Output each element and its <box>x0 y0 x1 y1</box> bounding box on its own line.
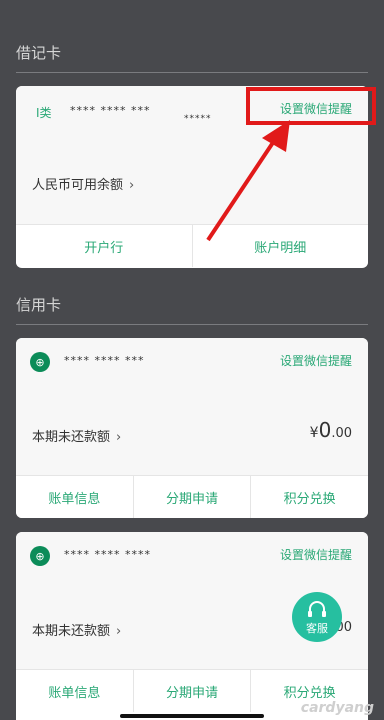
bill-info-button[interactable]: 账单信息 <box>16 476 134 518</box>
card-type-label: Ⅰ类 <box>36 106 52 120</box>
credit-card: ⊕ **** **** *** 设置微信提醒 本期未还款额 › ¥0.00 账单信… <box>16 338 368 518</box>
masked-card-number: **** **** *** <box>70 104 151 117</box>
due-amount-label: 本期未还款额 <box>32 624 111 639</box>
chevron-right-icon: › <box>129 178 135 193</box>
wechat-reminder-link[interactable]: 设置微信提醒 <box>280 352 352 369</box>
watermark: cardyang <box>300 700 374 716</box>
wechat-reminder-link[interactable]: 设置微信提醒 <box>280 546 352 563</box>
due-amount-row[interactable]: 本期未还款额 › <box>32 426 121 445</box>
due-amount-label: 本期未还款额 <box>32 430 111 445</box>
home-indicator <box>120 714 264 718</box>
points-redeem-button[interactable]: 积分兑换 <box>251 476 368 518</box>
bank-logo-icon: ⊕ <box>30 546 50 566</box>
customer-service-label: 客服 <box>306 622 328 635</box>
installment-button[interactable]: 分期申请 <box>134 476 252 518</box>
masked-card-number: **** **** *** <box>64 354 145 367</box>
balance-label: 人民币可用余额 <box>32 178 124 193</box>
amount-decimal: .00 <box>331 426 352 441</box>
masked-card-number: **** **** **** <box>64 548 151 561</box>
debit-section-title: 借记卡 <box>16 44 62 62</box>
bank-branch-button[interactable]: 开户行 <box>16 225 193 267</box>
debit-section-divider <box>16 72 368 73</box>
customer-service-button[interactable]: 客服 <box>292 592 342 642</box>
bill-info-button[interactable]: 账单信息 <box>16 670 134 712</box>
due-amount-value: ¥0.00 <box>310 418 352 442</box>
chevron-right-icon: › <box>116 624 122 639</box>
credit-section-title: 信用卡 <box>16 296 62 314</box>
balance-row[interactable]: 人民币可用余额 › <box>32 174 134 193</box>
chevron-right-icon: › <box>116 430 122 445</box>
amount-integer: 0 <box>318 418 332 442</box>
headset-icon <box>308 601 326 617</box>
annotation-arrow-icon <box>206 120 290 242</box>
bank-logo-icon: ⊕ <box>30 352 50 372</box>
installment-button[interactable]: 分期申请 <box>134 670 252 712</box>
currency-symbol: ¥ <box>309 425 319 441</box>
credit-section-divider <box>16 324 368 325</box>
due-amount-row[interactable]: 本期未还款额 › <box>32 620 121 639</box>
credit-actions: 账单信息 分期申请 积分兑换 <box>16 475 368 518</box>
